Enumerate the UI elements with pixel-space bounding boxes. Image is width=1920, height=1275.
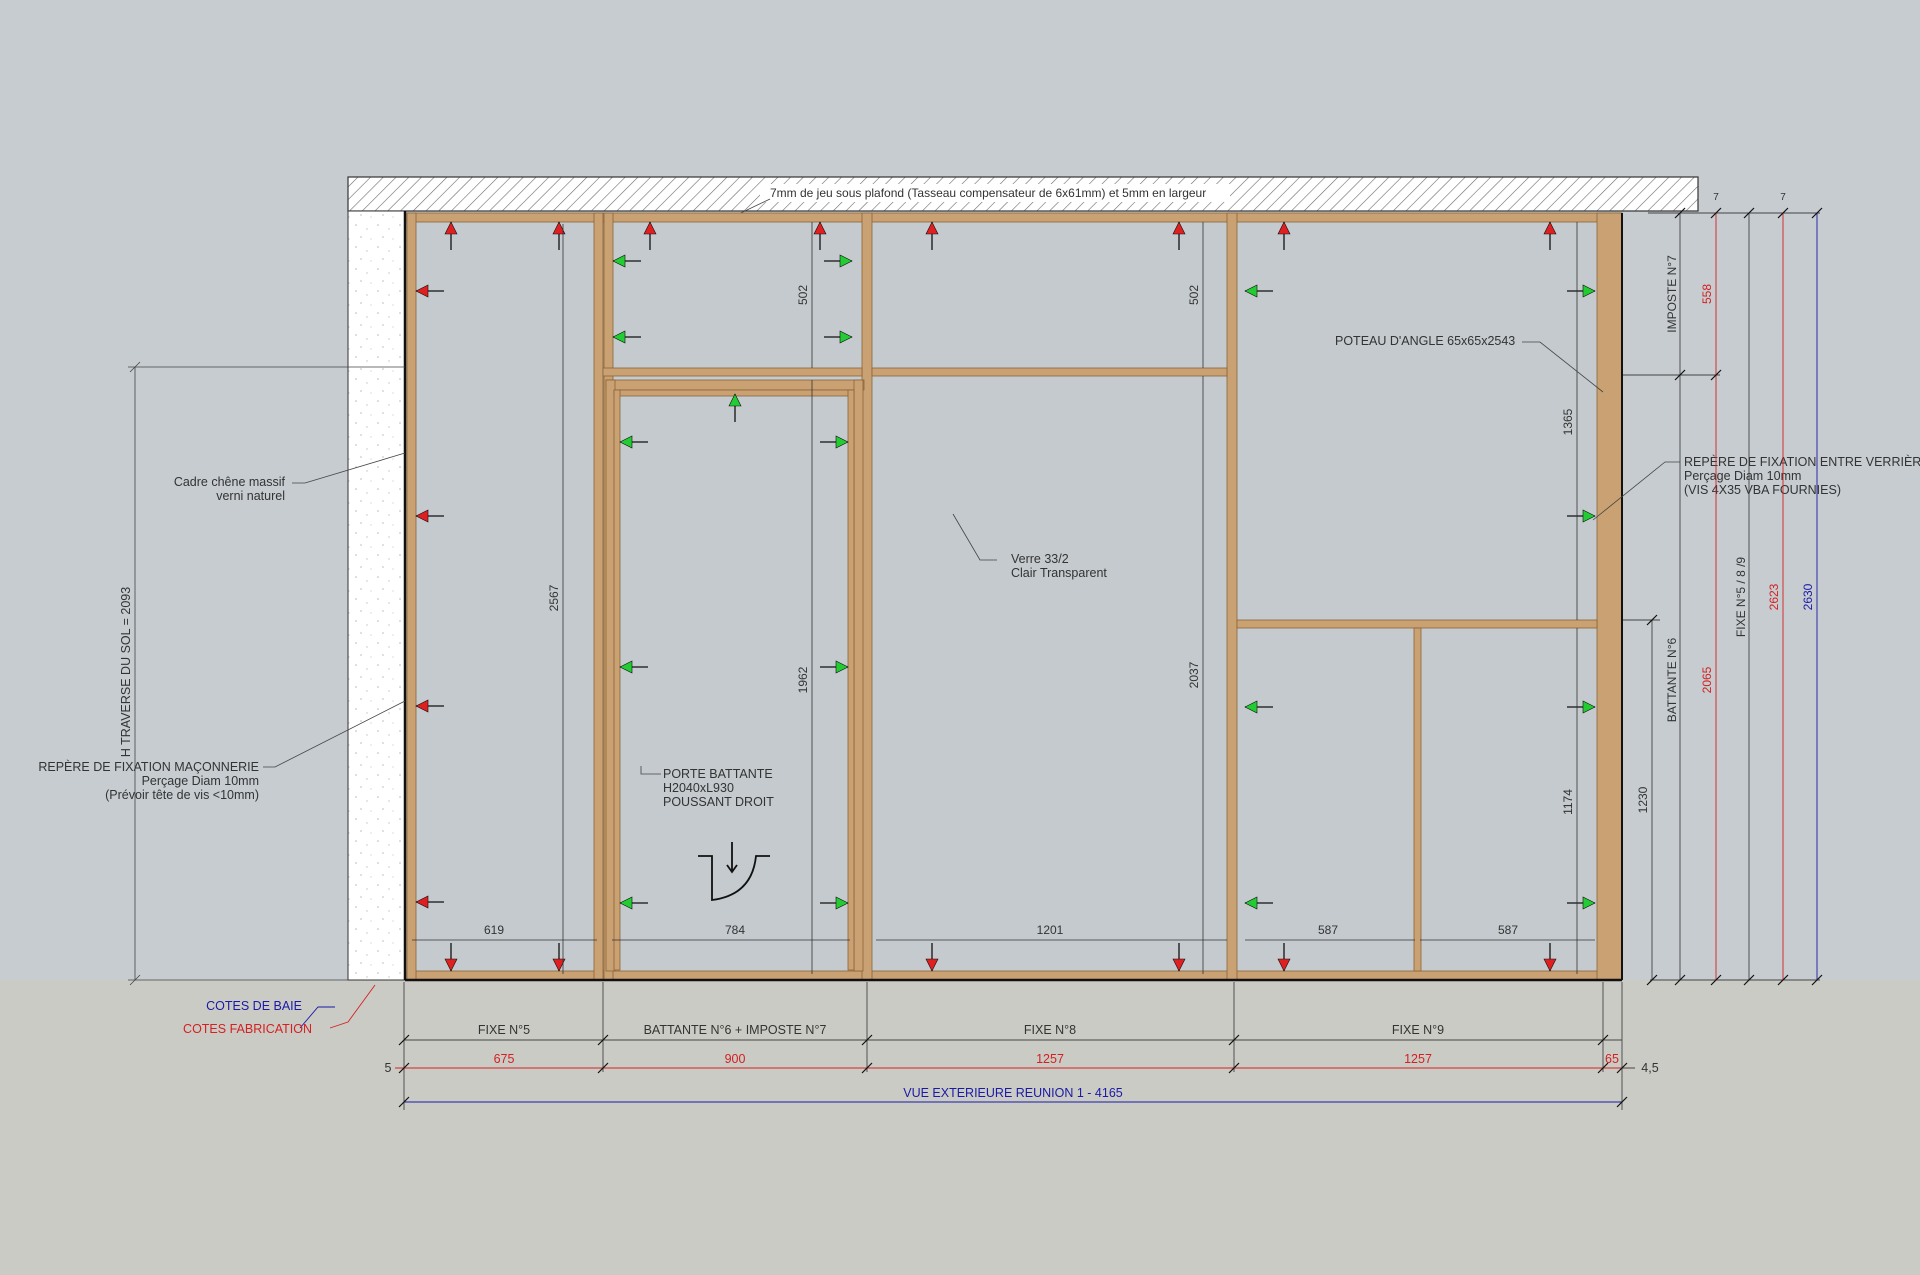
masonry-note-2: Perçage Diam 10mm [142,774,259,788]
dim-1230: 1230 [1636,786,1650,813]
frame-bottom-rail [406,970,1623,981]
door-frame-top [605,379,865,391]
masonry-note-1: REPÈRE DE FIXATION MAÇONNERIE [38,759,259,774]
header-note: 7mm de jeu sous plafond (Tasseau compens… [770,186,1206,200]
battante-imposte-label: BATTANTE N°6 + IMPOSTE N°7 [644,1023,827,1037]
glass-fixing-note-2: Perçage Diam 10mm [1684,469,1801,483]
dim-784: 784 [725,923,745,937]
mullion-4 [1226,212,1238,981]
glass-note-2: Clair Transparent [1011,566,1107,580]
fixe-8-label: FIXE N°8 [1024,1023,1076,1037]
transom-center [871,367,1228,377]
dim-1257-b: 1257 [1404,1052,1432,1066]
corner-post [1596,212,1623,981]
frame-top-rail [406,212,1623,223]
dim-900: 900 [725,1052,746,1066]
transom-right [1236,619,1598,629]
fixe-label: FIXE N°5 / 8 /9 [1734,557,1748,637]
intermediate-stile [1413,627,1422,972]
mullion-3 [861,212,873,981]
fixe-9-label: FIXE N°9 [1392,1023,1444,1037]
right-dimension-labels: IMPOSTE N°7 BATTANTE N°6 FIXE N°5 / 8 /9… [1636,192,1815,813]
frame-note-2: verni naturel [216,489,285,503]
dim-5: 5 [385,1061,392,1075]
total-dimension: VUE EXTERIEURE REUNION 1 - 4165 [903,1086,1123,1100]
dim-65: 65 [1605,1052,1619,1066]
elevation-drawing: 7mm de jeu sous plafond (Tasseau compens… [0,176,1920,1275]
corner-post-note: POTEAU D'ANGLE 65x65x2543 [1335,334,1515,348]
dim-1962: 1962 [796,666,810,693]
frame-note-1: Cadre chêne massif [174,475,286,489]
gap-7-a: 7 [1713,192,1719,203]
right-dimension-chains [1623,212,1820,981]
dim-1257-a: 1257 [1036,1052,1064,1066]
dim-502-b: 502 [1187,285,1201,305]
dim-2567: 2567 [547,584,561,611]
gap-7-b: 7 [1780,192,1786,203]
fixe-5-label: FIXE N°5 [478,1023,530,1037]
glass-note-1: Verre 33/2 [1011,552,1069,566]
dim-1174: 1174 [1561,789,1575,815]
masonry-note-3: (Prévoir tête de vis <10mm) [105,788,259,802]
dim-2623: 2623 [1767,583,1781,610]
dim-587-b: 587 [1498,923,1518,937]
dim-502-a: 502 [796,285,810,305]
dim-587-a: 587 [1318,923,1338,937]
door-note-1: PORTE BATTANTE [663,767,773,781]
battante-label: BATTANTE N°6 [1665,637,1679,722]
door-leaf-left [613,389,621,971]
imposte-label: IMPOSTE N°7 [1665,255,1679,333]
dim-619: 619 [484,923,504,937]
mullion-1 [593,212,604,981]
frame-left-stile [406,212,417,981]
door-frame-right [853,379,864,972]
dim-2065: 2065 [1700,666,1714,693]
dim-558: 558 [1700,284,1714,304]
dim-1201: 1201 [1037,923,1064,937]
legend-bay: COTES DE BAIE [206,999,302,1013]
dim-675: 675 [494,1052,515,1066]
glass-fixing-note-1: REPÈRE DE FIXATION ENTRE VERRIÈRE [1684,454,1920,469]
dim-1365: 1365 [1561,408,1575,435]
door-note-3: POUSSANT DROIT [663,795,774,809]
dim-2037: 2037 [1187,661,1201,688]
dim-4-5: 4,5 [1641,1061,1658,1075]
door-leaf-top [613,389,855,397]
dim-2630: 2630 [1801,583,1815,610]
door-note-2: H2040xL930 [663,781,734,795]
left-height-label: H TRAVERSE DU SOL = 2093 [119,587,133,757]
transom-left [602,367,863,377]
legend-fabrication: COTES FABRICATION [183,1022,312,1036]
masonry-wall [347,210,406,981]
door-leaf-right [847,389,855,971]
